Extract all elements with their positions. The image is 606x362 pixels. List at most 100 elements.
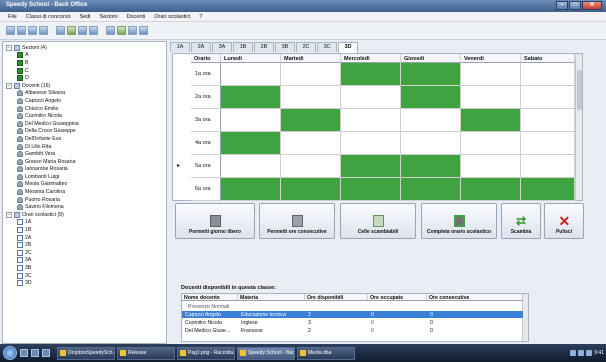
schedule-cell[interactable] [221,155,281,178]
tree-item-orari[interactable]: 2C [6,249,163,257]
tree-item-sezioni[interactable]: D [6,74,163,82]
teacher-row[interactable]: Del Medico Giuse... Francese 2 0 0 [182,327,523,334]
tree-item-docenti[interactable]: Della Croce Giuseppe [6,128,163,136]
schedule-cell[interactable] [401,132,461,155]
taskbar-item[interactable]: Speedy School - Bac... [237,346,295,360]
schedule-cell[interactable] [401,155,461,178]
tree-item-docenti[interactable]: Puorro Rosaria [6,196,163,204]
collapse-icon[interactable]: − [6,211,12,218]
battery-icon[interactable] [586,350,593,356]
tab-2c[interactable]: 2C [296,42,316,52]
explorer-icon[interactable] [31,349,39,357]
tree-item-sezioni[interactable]: C [6,67,163,75]
grid-scrollbar[interactable] [575,54,582,200]
new-icon[interactable] [6,26,15,35]
schedule-cell[interactable] [461,132,521,155]
print-icon[interactable] [39,26,48,35]
schedule-cell[interactable] [401,109,461,132]
scambia-button[interactable]: ⇄ Scambia [501,203,541,239]
menu-sedi[interactable]: Sedi [80,14,91,20]
schedule-cell[interactable] [221,178,281,201]
tree-item-orari[interactable]: 2A [6,234,163,242]
collapse-icon[interactable]: − [6,44,12,51]
schedule-cell[interactable] [461,109,521,132]
tree-item-docenti[interactable]: Savino Filomena [6,203,163,211]
schedule-cell[interactable] [281,178,341,201]
menu-file[interactable]: File [8,14,17,20]
permetti-giorno-libero-button[interactable]: Permetti giorno libero [175,203,255,239]
tree-node-orari[interactable]: − Orari scolastici (9) [6,211,163,219]
save-icon[interactable] [28,26,37,35]
settings-icon[interactable] [89,26,98,35]
maximize-button[interactable]: □ [569,1,581,10]
minimize-button[interactable]: – [556,1,568,10]
tree-item-docenti[interactable]: Capozzi Angelo [6,97,163,105]
users-icon[interactable] [78,26,87,35]
schedule-cell[interactable] [281,63,341,86]
start-button[interactable] [3,346,17,360]
schedule-cell[interactable] [341,86,401,109]
tree-item-docenti[interactable]: Grasso Maria Rosaria [6,158,163,166]
tab-3b[interactable]: 3B [275,42,295,52]
tree-item-docenti[interactable]: Del Medico Giuseppina [6,120,163,128]
schedule-cell[interactable] [221,86,281,109]
schedule-cell[interactable] [401,63,461,86]
tree-item-orari[interactable]: 1B [6,226,163,234]
tree-item-docenti[interactable]: Lombardi Luigi [6,173,163,181]
schedule-cell[interactable] [281,155,341,178]
tab-2b[interactable]: 2B [254,42,274,52]
tree-item-orari[interactable]: 3D [6,279,163,287]
tab-2a[interactable]: 2A [191,42,211,52]
import-icon[interactable] [128,26,137,35]
tree-node-docenti[interactable]: − Docenti (16) [6,82,163,90]
schedule-cell[interactable] [521,155,575,178]
schedule-cell[interactable] [341,109,401,132]
tree-item-docenti[interactable]: Meola Gianmatteo [6,181,163,189]
schedule-cell[interactable] [341,178,401,201]
tree-item-orari[interactable]: 3A [6,257,163,265]
schedule-cell[interactable] [521,132,575,155]
open-icon[interactable] [17,26,26,35]
schedule-cell[interactable] [281,86,341,109]
taskbar-item[interactable]: Media dba [297,346,355,360]
menu-orari-scolastici[interactable]: Orari scolastici [154,14,190,20]
tree-item-docenti[interactable]: Messina Carolina [6,188,163,196]
schedule-cell[interactable] [521,86,575,109]
volume-icon[interactable] [578,350,585,356]
schedule-cell[interactable] [521,178,575,201]
network-icon[interactable] [570,350,577,356]
schedule-cell[interactable] [401,178,461,201]
tree-item-orari[interactable]: 2B [6,241,163,249]
tree-item-sezioni[interactable]: B [6,59,163,67]
tab-1a[interactable]: 1A [170,42,190,52]
schedule-cell[interactable] [521,63,575,86]
tree-item-docenti[interactable]: Albanese Silvana [6,90,163,98]
menu-help[interactable]: ? [199,14,202,20]
show-desktop-icon[interactable] [20,349,28,357]
schedule-cell[interactable] [521,109,575,132]
tab-3d[interactable]: 3D [338,42,358,53]
tree-item-orari[interactable]: 3C [6,272,163,280]
schedule-cell[interactable] [401,86,461,109]
tree-node-sezioni[interactable]: − Sezioni (4) [6,44,163,52]
schedule-cell[interactable] [461,86,521,109]
browser-icon[interactable] [42,349,50,357]
report-icon[interactable] [106,26,115,35]
tree-item-docenti[interactable]: Gambitt Vera [6,150,163,158]
schedule-cell[interactable] [341,155,401,178]
schedule-cell[interactable] [461,155,521,178]
schedule-cell[interactable] [221,132,281,155]
pulisci-button[interactable]: ✕ Pulisci [544,203,584,239]
tab-3c[interactable]: 3C [317,42,337,52]
schedule-cell[interactable] [461,63,521,86]
tree-item-docenti[interactable]: Chiurco Emilio [6,105,163,113]
teacher-row[interactable]: Cuomitro Nicola Inglese 3 0 0 [182,319,523,326]
tree-item-docenti[interactable]: Di Lillo Rita [6,143,163,151]
schedule-cell[interactable] [461,178,521,201]
schedule-cell[interactable] [281,132,341,155]
tree-item-docenti[interactable]: Dell'Infante Eva [6,135,163,143]
permetti-ore-consecutive-button[interactable]: Permetti ore consecutive [259,203,335,239]
calendar-icon[interactable] [67,26,76,35]
export-icon[interactable] [117,26,126,35]
schedule-cell[interactable] [341,132,401,155]
